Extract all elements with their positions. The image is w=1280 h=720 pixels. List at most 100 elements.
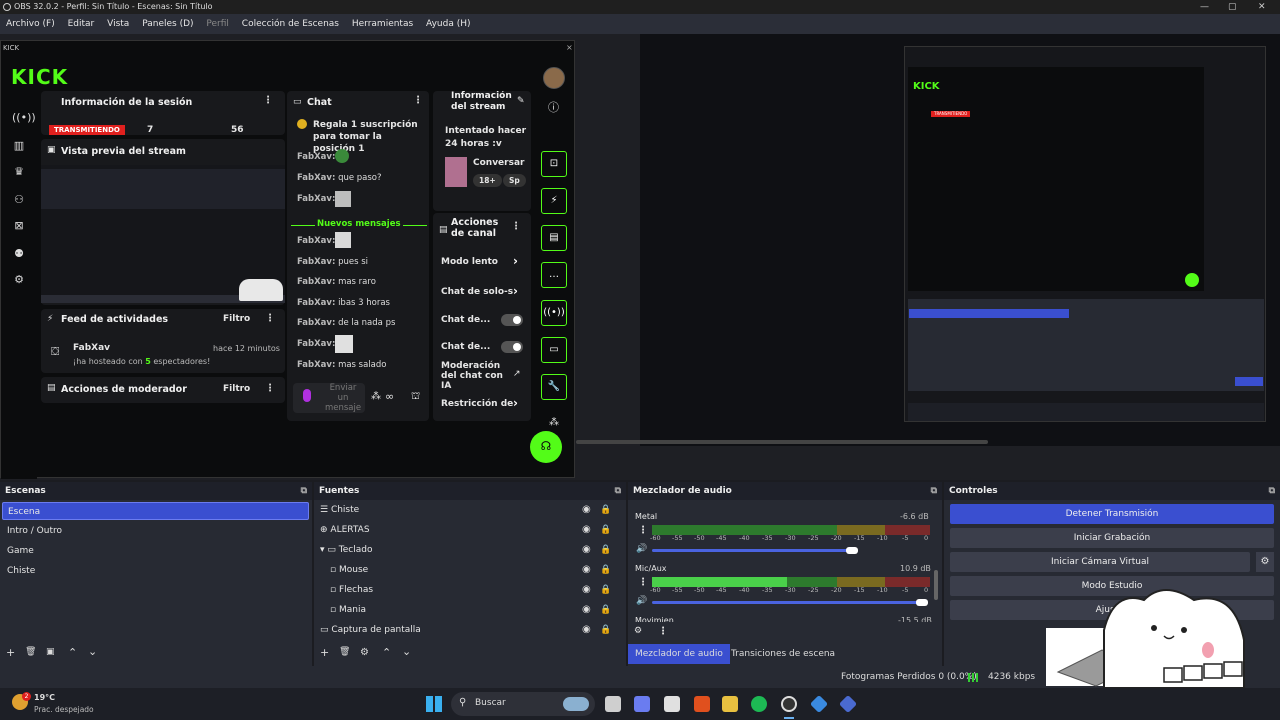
mod-menu-icon[interactable]: ⋮	[265, 383, 275, 394]
menu-coleccion-escenas[interactable]: Colección de Escenas	[242, 14, 339, 34]
visibility-eye-icon[interactable]: ◉	[582, 564, 591, 575]
app-icon-blue[interactable]	[838, 694, 858, 714]
lock-icon[interactable]: 🔒	[600, 585, 611, 595]
maximize-button[interactable]: ▢	[1228, 0, 1237, 14]
close-button[interactable]: ✕	[1258, 0, 1266, 14]
menu-archivo[interactable]: Archivo (F)	[6, 14, 55, 34]
chat-menu-icon[interactable]: ⋮	[413, 95, 423, 106]
undock-icon[interactable]: ⧉	[1269, 482, 1275, 500]
spotify-icon[interactable]	[751, 696, 767, 712]
menu-perfil[interactable]: Perfil	[206, 14, 229, 34]
tab-scene-transitions[interactable]: Transiciones de escena	[724, 644, 842, 664]
lock-icon[interactable]: 🔒	[600, 505, 611, 515]
copilot-icon[interactable]	[634, 696, 650, 712]
lock-icon[interactable]: 🔒	[600, 545, 611, 555]
windows-start-icon[interactable]	[426, 696, 442, 712]
filter-icon[interactable]: ▣	[46, 647, 55, 657]
mod-filter-button[interactable]: Filtro	[223, 384, 250, 394]
kick-window-close[interactable]: ×	[566, 43, 573, 52]
edit-pencil-icon[interactable]: ✎	[517, 96, 525, 106]
support-headset-button[interactable]: ☊	[530, 431, 562, 463]
stop-streaming-button[interactable]: Detener Transmisión	[950, 504, 1274, 524]
visibility-eye-icon[interactable]: ◉	[582, 584, 591, 595]
obs-taskbar-icon[interactable]	[781, 696, 797, 712]
microsoft-store-icon[interactable]	[664, 696, 680, 712]
chat-message-button[interactable]: …	[541, 262, 567, 288]
properties-gear-icon[interactable]: ⚙	[360, 647, 369, 658]
mixer-scrollbar[interactable]	[934, 570, 938, 600]
scene-item[interactable]: Intro / Outro	[2, 522, 309, 540]
trash-icon[interactable]: 🗑	[25, 647, 36, 657]
visibility-eye-icon[interactable]: ◉	[582, 524, 591, 535]
arrow-up-icon[interactable]: ⌃	[68, 646, 77, 659]
microphone-icon[interactable]	[303, 389, 311, 402]
feed-filter-button[interactable]: Filtro	[223, 314, 250, 324]
tab-audio-mixer[interactable]: Mezclador de audio	[628, 644, 730, 664]
lock-icon[interactable]: 🔒	[600, 605, 611, 615]
menu-herramientas[interactable]: Herramientas	[352, 14, 413, 34]
minimize-button[interactable]: —	[1200, 0, 1209, 14]
broadcast-icon[interactable]: ((•))	[12, 111, 36, 125]
arrow-down-icon[interactable]: ⌄	[402, 645, 411, 658]
source-item[interactable]: ▫ Flechas	[330, 580, 620, 600]
channel-menu-icon[interactable]: ⋮	[638, 525, 648, 536]
chevron-right-icon[interactable]: ›	[513, 396, 518, 410]
layout-button[interactable]: ▭	[541, 337, 567, 363]
trash-icon[interactable]: 🗑	[339, 647, 350, 657]
info-icon[interactable]: ⓘ	[548, 99, 559, 115]
lock-icon[interactable]: 🔒	[600, 625, 611, 635]
chevron-right-icon[interactable]: ›	[513, 254, 518, 268]
channel-menu-icon[interactable]: ⋮	[638, 577, 648, 588]
menu-paneles[interactable]: Paneles (D)	[142, 14, 193, 34]
volume-slider[interactable]	[652, 601, 922, 604]
quick-lightning-button[interactable]: ⚡	[541, 188, 567, 214]
feed-user[interactable]: FabXav	[73, 343, 110, 353]
menu-editar[interactable]: Editar	[68, 14, 95, 34]
menu-vista[interactable]: Vista	[107, 14, 129, 34]
lock-icon[interactable]: 🔒	[600, 525, 611, 535]
visibility-eye-icon[interactable]: ◉	[582, 604, 591, 615]
add-icon[interactable]: +	[6, 646, 15, 659]
broadcast-button[interactable]: ((•))	[541, 300, 567, 326]
arrow-down-icon[interactable]: ⌄	[88, 645, 97, 658]
trophy-icon[interactable]: ♛	[12, 165, 26, 179]
source-item[interactable]: ☰ Chiste	[320, 500, 620, 520]
volume-slider[interactable]	[652, 549, 852, 552]
app-icon-diamond[interactable]	[809, 694, 829, 714]
start-virtual-camera-button[interactable]: Iniciar Cámara Virtual	[950, 552, 1250, 572]
moderation-icon[interactable]: ⊠	[12, 219, 26, 233]
channel-actions-menu-icon[interactable]: ⋮	[511, 221, 521, 232]
source-item[interactable]: ▫ Mouse	[330, 560, 620, 580]
chat-toggle-1[interactable]	[501, 314, 523, 326]
infinity-icon[interactable]: ∞	[385, 390, 394, 403]
notes-button[interactable]: ▤	[541, 225, 567, 251]
lock-icon[interactable]: 🔒	[600, 565, 611, 575]
speaker-icon[interactable]: 🔊	[636, 596, 647, 606]
settings-gear-icon[interactable]: ⚙	[12, 273, 26, 287]
file-explorer-icon[interactable]	[722, 696, 738, 712]
emote-picker-icon[interactable]: ⁂	[371, 391, 381, 402]
action-slow-mode[interactable]: Modo lento	[441, 257, 498, 267]
store-icon[interactable]: ⛫	[411, 391, 420, 404]
source-item[interactable]: ▫ Mania	[330, 600, 620, 620]
action-ai-moderation[interactable]: Moderación del chat con IA	[441, 361, 505, 391]
visibility-eye-icon[interactable]: ◉	[582, 544, 591, 555]
add-icon[interactable]: +	[320, 646, 329, 659]
source-item[interactable]: ▾ ▭ Teclado	[320, 540, 620, 560]
chat-input-box[interactable]: Enviar un mensaje	[293, 383, 365, 413]
source-item[interactable]: ▭ Captura de pantalla	[320, 620, 620, 640]
undock-icon[interactable]: ⧉	[931, 482, 937, 500]
scene-item[interactable]: Escena	[2, 502, 309, 520]
undock-icon[interactable]: ⧉	[615, 482, 621, 500]
user-avatar[interactable]	[543, 67, 565, 89]
external-link-icon[interactable]: ↗	[513, 369, 521, 379]
chevron-right-icon[interactable]: ›	[513, 284, 518, 298]
start-recording-button[interactable]: Iniciar Grabación	[950, 528, 1274, 548]
action-restriction[interactable]: Restricción de	[441, 399, 513, 409]
visibility-eye-icon[interactable]: ◉	[582, 504, 591, 515]
task-view-icon[interactable]	[605, 696, 621, 712]
mixer-menu-icon[interactable]: ⋮	[658, 626, 668, 637]
chat-toggle-2[interactable]	[501, 341, 523, 353]
menu-ayuda[interactable]: Ayuda (H)	[426, 14, 470, 34]
community-icon[interactable]: ⚇	[12, 193, 26, 207]
